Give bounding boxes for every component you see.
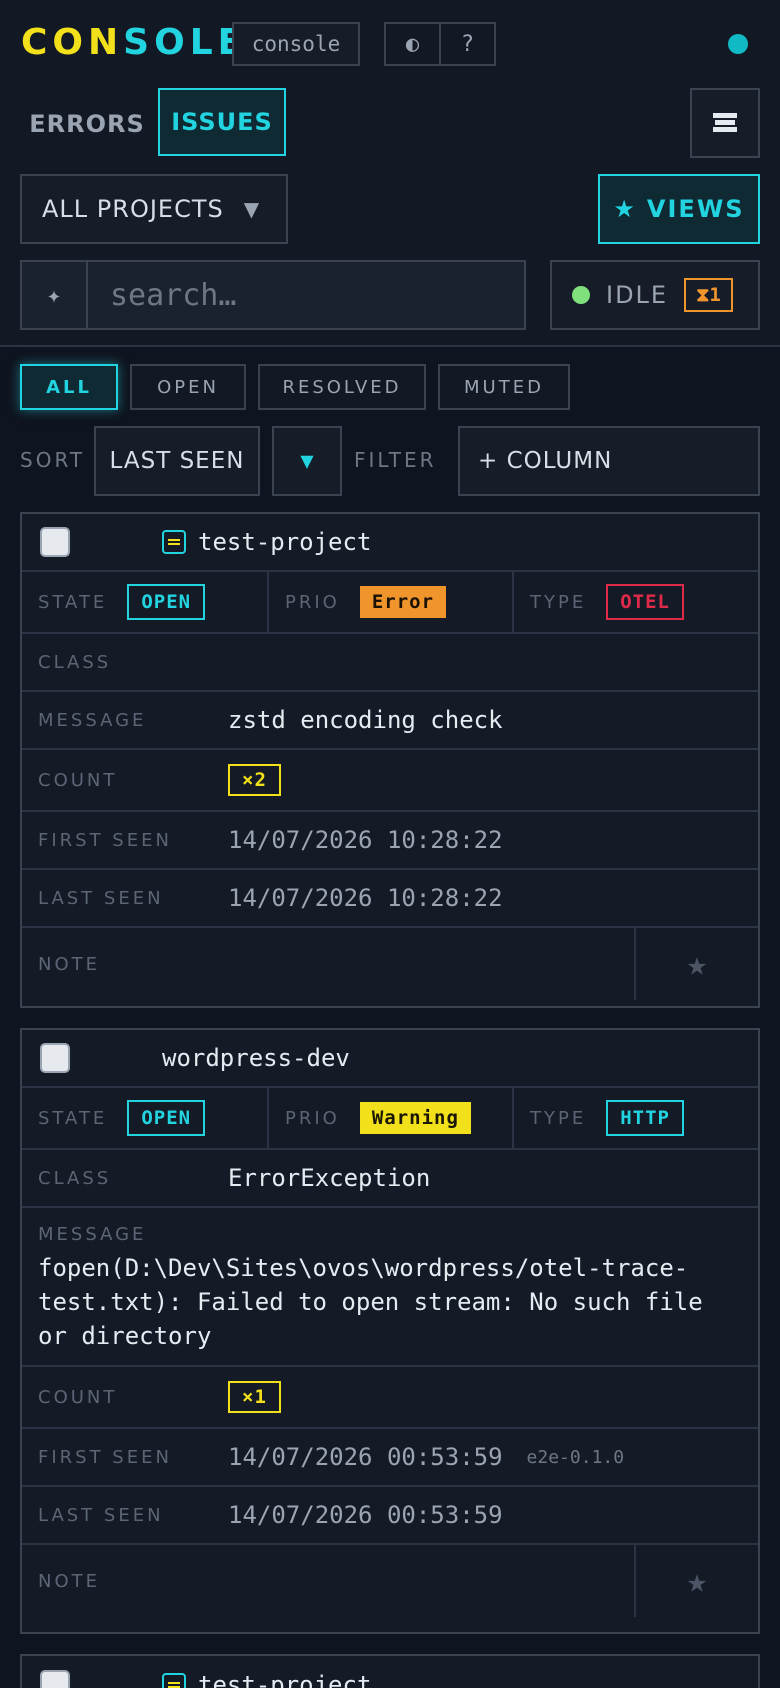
star-icon: ★: [613, 195, 637, 223]
class-value: ErrorException: [228, 1164, 431, 1192]
project-name[interactable]: wordpress-dev: [162, 1044, 350, 1072]
state-prio-type-row: STATE OPEN PRIO Error TYPE OTEL: [22, 572, 758, 634]
state-label: STATE: [38, 1107, 108, 1129]
card-header: test-project: [22, 1656, 758, 1688]
count-badge: ×1: [228, 1381, 281, 1413]
project-name[interactable]: test-project: [198, 528, 371, 556]
filter-open[interactable]: OPEN: [130, 364, 246, 410]
add-column-button[interactable]: + COLUMN: [458, 426, 760, 496]
first-seen-row: FIRST SEEN 14/07/2026 10:28:22: [22, 812, 758, 870]
chevron-down-icon: ▼: [243, 197, 261, 221]
last-seen-value: 14/07/2026 10:28:22: [228, 884, 503, 912]
queue-badge: ⧗1: [684, 278, 733, 312]
search-box: ✦: [20, 260, 526, 330]
note-field[interactable]: NOTE: [22, 954, 634, 975]
message-row: MESSAGE zstd encoding check: [22, 692, 758, 750]
type-label: TYPE: [530, 1107, 587, 1129]
idle-label: IDLE: [606, 281, 669, 309]
theme-toggle-icon[interactable]: ◐: [386, 24, 439, 64]
class-row: CLASS: [22, 634, 758, 692]
count-row: COUNT ×1: [22, 1367, 758, 1429]
select-checkbox[interactable]: [40, 1670, 70, 1688]
prio-badge[interactable]: Warning: [359, 1102, 471, 1134]
count-row: COUNT ×2: [22, 750, 758, 812]
card-header: test-project: [22, 514, 758, 572]
filter-label: FILTER: [354, 448, 437, 472]
first-seen-value: 14/07/2026 10:28:22: [228, 826, 503, 854]
first-seen-row: FIRST SEEN 14/07/2026 00:53:59 e2e-0.1.0: [22, 1429, 758, 1487]
sparkle-icon[interactable]: ✦: [22, 262, 88, 328]
select-checkbox[interactable]: [40, 527, 70, 557]
class-row: CLASS ErrorException: [22, 1150, 758, 1208]
message-value: fopen(D:\Dev\Sites\ovos\wordpress/otel-t…: [38, 1254, 703, 1350]
state-prio-type-row: STATE OPEN PRIO Warning TYPE HTTP: [22, 1088, 758, 1150]
worker-status[interactable]: IDLE ⧗1: [550, 260, 760, 330]
note-row: NOTE ★: [22, 1545, 758, 1617]
search-input[interactable]: [88, 262, 524, 328]
filter-resolved[interactable]: RESOLVED: [258, 364, 426, 410]
star-icon[interactable]: ★: [634, 1545, 758, 1617]
project-icon: [162, 1673, 186, 1688]
project-select-value: ALL PROJECTS: [42, 195, 224, 223]
prio-label: PRIO: [285, 1107, 340, 1129]
filter-all[interactable]: ALL: [20, 364, 118, 410]
project-name[interactable]: test-project: [198, 1671, 371, 1688]
sort-select[interactable]: LAST SEEN: [94, 426, 260, 496]
version-tag: e2e-0.1.0: [526, 1446, 625, 1468]
tab-issues[interactable]: ISSUES: [158, 88, 286, 156]
tab-errors[interactable]: ERRORS: [20, 90, 154, 158]
project-select[interactable]: ALL PROJECTS ▼: [20, 174, 288, 244]
message-value: zstd encoding check: [228, 706, 503, 734]
last-seen-value: 14/07/2026 00:53:59: [228, 1501, 503, 1529]
help-icon[interactable]: ?: [439, 24, 494, 64]
filter-muted[interactable]: MUTED: [438, 364, 570, 410]
stack-menu-icon: [713, 113, 737, 132]
views-label: VIEWS: [646, 195, 745, 223]
sort-label: SORT: [20, 448, 86, 472]
views-button[interactable]: ★ VIEWS: [598, 174, 760, 244]
connection-status-dot: [728, 34, 748, 54]
count-badge: ×2: [228, 764, 281, 796]
first-seen-value: 14/07/2026 00:53:59: [228, 1443, 503, 1471]
type-label: TYPE: [530, 591, 587, 613]
note-field[interactable]: NOTE: [22, 1571, 634, 1592]
star-icon[interactable]: ★: [634, 928, 758, 1000]
console-button[interactable]: console: [232, 22, 360, 66]
sort-direction-button[interactable]: ▼: [272, 426, 342, 496]
prio-badge[interactable]: Error: [359, 586, 447, 618]
select-checkbox[interactable]: [40, 1043, 70, 1073]
state-label: STATE: [38, 591, 108, 613]
issue-card: test-project STATE OPEN PRIO Error TYPE …: [20, 512, 760, 1008]
last-seen-row: LAST SEEN 14/07/2026 10:28:22: [22, 870, 758, 928]
state-badge[interactable]: OPEN: [127, 1100, 206, 1136]
issue-card: test-project: [20, 1654, 760, 1688]
project-icon: [162, 530, 186, 554]
menu-button[interactable]: [690, 88, 760, 158]
header-icon-group: ◐ ?: [384, 22, 496, 66]
note-row: NOTE ★: [22, 928, 758, 1000]
message-row: MESSAGE fopen(D:\Dev\Sites\ovos\wordpres…: [22, 1208, 758, 1367]
card-header: wordpress-dev: [22, 1030, 758, 1088]
type-badge[interactable]: OTEL: [606, 584, 684, 620]
idle-status-dot: [572, 286, 590, 304]
last-seen-row: LAST SEEN 14/07/2026 00:53:59: [22, 1487, 758, 1545]
type-badge[interactable]: HTTP: [606, 1100, 684, 1136]
app-logo: CONSOLE: [21, 22, 248, 63]
state-badge[interactable]: OPEN: [127, 584, 206, 620]
issue-card: wordpress-dev STATE OPEN PRIO Warning TY…: [20, 1028, 760, 1634]
prio-label: PRIO: [285, 591, 340, 613]
